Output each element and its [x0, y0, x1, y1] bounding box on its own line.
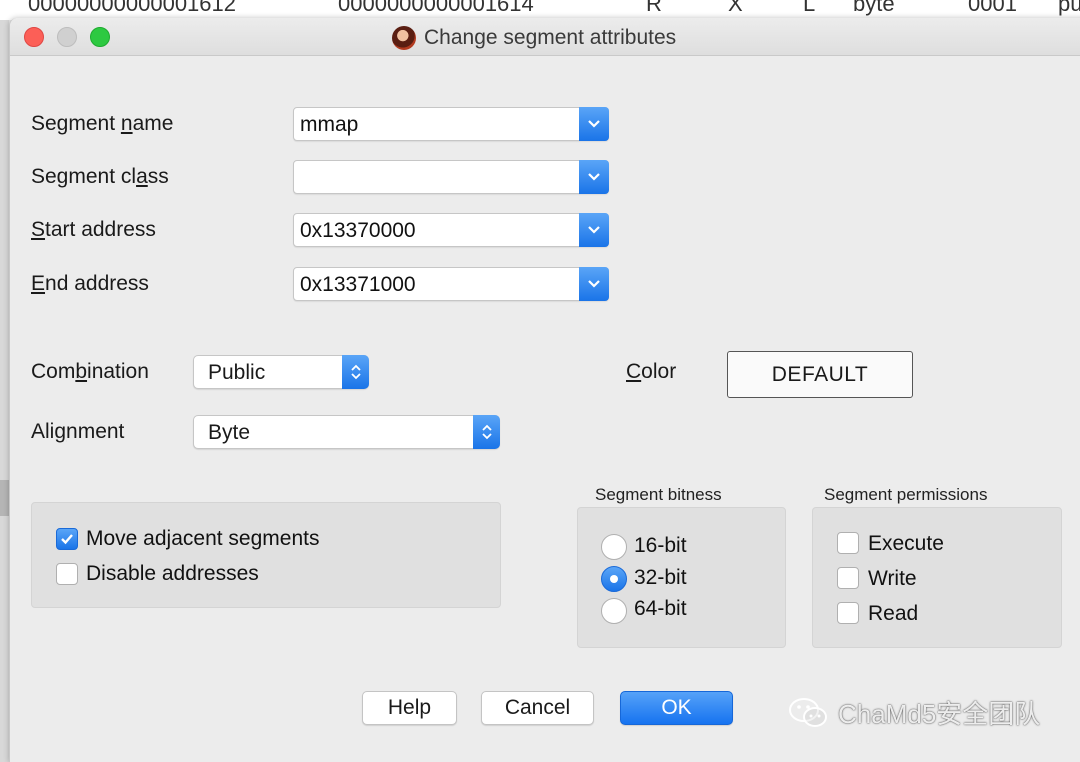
- background-edge: [0, 20, 9, 762]
- combination-select[interactable]: Public: [193, 355, 369, 389]
- bitness-64-radio[interactable]: [601, 598, 627, 624]
- minimize-window-button[interactable]: [57, 27, 77, 47]
- listing-cell: 0001: [968, 0, 1017, 16]
- window-title-group: Change segment attributes: [392, 26, 676, 50]
- color-label: Color: [626, 360, 677, 383]
- segment-bitness-title: Segment bitness: [595, 485, 722, 504]
- maximize-window-button[interactable]: [90, 27, 110, 47]
- watermark: ChaMd5安全团队: [788, 694, 1040, 731]
- move-adjacent-label[interactable]: Move adjacent segments: [86, 527, 319, 551]
- color-button[interactable]: DEFAULT: [727, 351, 913, 398]
- bitness-32-radio[interactable]: [601, 566, 627, 592]
- listing-cell: 0000000000001614: [338, 0, 534, 16]
- alignment-select[interactable]: Byte: [193, 415, 500, 449]
- segment-class-label: Segment class: [31, 165, 169, 188]
- move-options-panel: [31, 502, 501, 608]
- alignment-label: Alignment: [31, 420, 125, 443]
- ida-logo-icon: [392, 26, 416, 50]
- disable-addresses-checkbox[interactable]: [56, 563, 78, 585]
- segment-permissions-title: Segment permissions: [824, 485, 988, 504]
- help-button[interactable]: Help: [362, 691, 457, 725]
- segment-name-label: Segment name: [31, 112, 174, 135]
- segment-class-combo[interactable]: [293, 160, 609, 194]
- end-address-value[interactable]: 0x13371000: [300, 273, 416, 297]
- listing-cell: R: [646, 0, 662, 16]
- listing-cell: pu: [1058, 0, 1080, 16]
- combination-value: Public: [208, 361, 266, 384]
- alignment-value: Byte: [208, 421, 251, 444]
- up-down-chevron-icon[interactable]: [342, 355, 369, 389]
- chevron-down-icon[interactable]: [579, 213, 609, 247]
- disable-addresses-label[interactable]: Disable addresses: [86, 562, 259, 586]
- execute-label[interactable]: Execute: [868, 532, 944, 556]
- start-address-combo[interactable]: 0x13370000: [293, 213, 609, 247]
- read-checkbox[interactable]: [837, 602, 859, 624]
- combination-label: Combination: [31, 360, 149, 383]
- wechat-icon: [789, 697, 827, 727]
- start-address-label: Start address: [31, 218, 156, 241]
- bitness-16-radio[interactable]: [601, 534, 627, 560]
- move-adjacent-checkbox[interactable]: [56, 528, 78, 550]
- checkmark-icon: [61, 534, 73, 545]
- write-label[interactable]: Write: [868, 567, 917, 591]
- segment-name-value[interactable]: mmap: [300, 113, 358, 137]
- segment-name-combo[interactable]: mmap: [293, 107, 609, 141]
- listing-cell: X: [728, 0, 743, 16]
- read-label[interactable]: Read: [868, 602, 918, 626]
- bitness-32-label[interactable]: 32-bit: [634, 566, 687, 590]
- bitness-16-label[interactable]: 16-bit: [634, 534, 687, 558]
- end-address-label: End address: [31, 272, 149, 295]
- bitness-64-label[interactable]: 64-bit: [634, 597, 687, 621]
- listing-cell: byte: [853, 0, 895, 16]
- end-address-combo[interactable]: 0x13371000: [293, 267, 609, 301]
- background-listing: 00000000000001612 0000000000001614 R X L…: [0, 0, 1080, 20]
- watermark-text: ChaMd5安全团队: [838, 699, 1041, 729]
- chevron-down-icon[interactable]: [579, 160, 609, 194]
- title-bar[interactable]: Change segment attributes: [10, 18, 1080, 56]
- listing-cell: L: [803, 0, 816, 16]
- ok-button[interactable]: OK: [620, 691, 733, 725]
- listing-cell: 00000000000001612: [28, 0, 237, 16]
- cancel-button[interactable]: Cancel: [481, 691, 594, 725]
- write-checkbox[interactable]: [837, 567, 859, 589]
- execute-checkbox[interactable]: [837, 532, 859, 554]
- chevron-down-icon[interactable]: [579, 107, 609, 141]
- up-down-chevron-icon[interactable]: [473, 415, 500, 449]
- background-edge-mark: [0, 480, 9, 516]
- window-title: Change segment attributes: [424, 26, 677, 49]
- start-address-value[interactable]: 0x13370000: [300, 219, 416, 243]
- chevron-down-icon[interactable]: [579, 267, 609, 301]
- change-segment-dialog: Change segment attributes Segment name m…: [9, 18, 1080, 762]
- close-window-button[interactable]: [24, 27, 44, 47]
